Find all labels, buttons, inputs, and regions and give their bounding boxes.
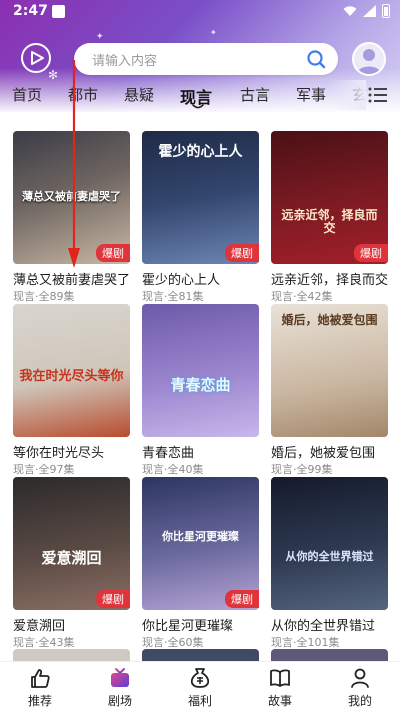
search-icon[interactable] [306,49,326,69]
hot-badge: 爆剧 [225,590,259,608]
user-icon [351,668,369,688]
drama-meta: 现言·全89集 [13,290,75,303]
nav-label: 福利 [187,694,212,708]
drama-poster[interactable]: 婚后，她被爱包围 [271,304,388,437]
nav-recommend[interactable]: 推荐 [10,662,70,712]
drama-title: 霍少的心上人 [142,273,221,288]
drama-poster[interactable]: 从你的全世界错过 [271,477,388,610]
poster-title: 爱意溯回 [41,549,102,567]
nav-label: 推荐 [27,694,52,708]
nav-label: 剧场 [107,694,132,708]
book-icon [270,669,290,687]
drama-title: 婚后，她被爱包围 [271,446,376,461]
poster-title: 霍少的心上人 [158,144,243,160]
search-placeholder: 请输入内容 [92,53,158,69]
thumbs-up-icon [31,669,50,688]
drama-meta: 现言·全99集 [271,463,333,476]
search-bar[interactable]: 请输入内容 [74,43,338,75]
tab-fade [330,80,366,110]
annotation-arrow [68,60,80,268]
nav-stories[interactable]: 故事 [250,662,310,712]
money-bag-icon [190,668,210,688]
nav-theater[interactable]: 剧场 [90,662,150,712]
drama-title: 等你在时光尽头 [13,446,105,461]
category-menu-icon[interactable] [368,86,388,104]
drama-title: 你比星河更璀璨 [142,619,234,634]
nav-label: 故事 [267,694,292,708]
status-bar: 2:47 [0,0,400,24]
tab-home[interactable]: 首页 [12,84,42,105]
avatar[interactable] [352,42,386,76]
nav-label: 我的 [347,694,372,708]
drama-meta: 现言·全40集 [142,463,204,476]
poster-title: 青春恋曲 [170,376,231,394]
tab-suspense[interactable]: 悬疑 [124,84,154,105]
drama-meta: 现言·全101集 [271,636,340,649]
hot-badge: 爆剧 [225,244,259,262]
hot-badge: 爆剧 [354,244,388,262]
drama-poster[interactable]: 我在时光尽头等你 [13,304,130,437]
drama-title: 从你的全世界错过 [271,619,376,634]
play-logo-icon[interactable] [20,42,52,74]
hot-badge: 爆剧 [96,244,130,262]
active-tab-indicator [192,104,204,109]
poster-title: 从你的全世界错过 [285,550,374,563]
status-time: 2:47 [13,3,48,19]
tab-ancient-romance[interactable]: 古言 [240,84,270,105]
bottom-nav: 推荐 剧场 福利 故事 我的 [0,661,400,712]
drama-title: 青春恋曲 [142,446,195,461]
poster-title: 婚后，她被爱包围 [281,313,378,327]
wifi-icon [343,6,357,16]
hot-badge: 爆剧 [96,590,130,608]
battery-icon [382,4,390,18]
tab-military[interactable]: 军事 [296,84,326,105]
poster-title: 你比星河更璀璨 [162,530,239,543]
user-avatar-icon [357,49,381,74]
poster-title: 我在时光尽头等你 [19,369,124,384]
notification-icon [52,5,65,18]
tv-icon [111,668,129,687]
signal-icon [363,5,376,17]
drama-meta: 现言·全97集 [13,463,75,476]
drama-meta: 现言·全60集 [142,636,204,649]
drama-meta: 现言·全81集 [142,290,204,303]
sparkle-icon: ✦ [210,28,217,37]
drama-title: 远亲近邻，择良而交 [271,273,389,288]
nav-profile[interactable]: 我的 [330,662,390,712]
drama-meta: 现言·全43集 [13,636,75,649]
drama-poster[interactable]: 青春恋曲 [142,304,259,437]
drama-title: 爱意溯回 [13,619,66,634]
drama-meta: 现言·全42集 [271,290,333,303]
sparkle-icon: ✦ [96,32,104,42]
poster-title: 远亲近邻，择良而交 [281,208,378,235]
nav-welfare[interactable]: 福利 [170,662,230,712]
